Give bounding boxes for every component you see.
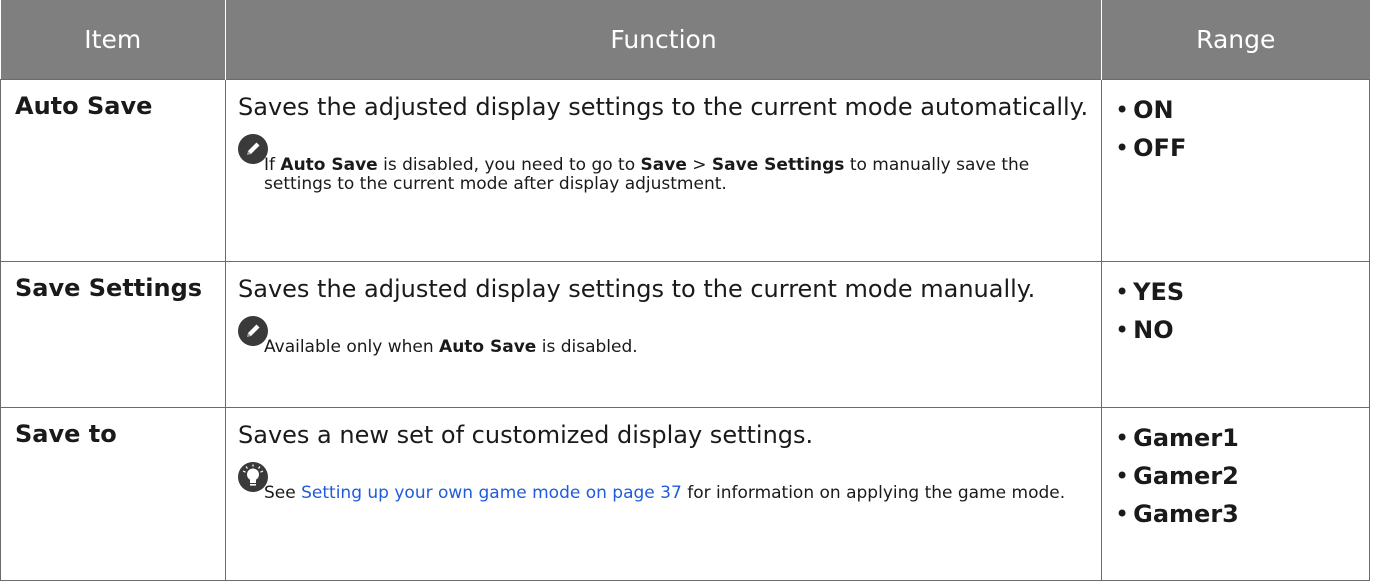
range-option: • Gamer3: [1115, 500, 1239, 528]
range-option: • NO: [1115, 316, 1174, 344]
range-option: • YES: [1115, 278, 1185, 306]
page-reference-link[interactable]: Setting up your own game mode on page 37: [301, 483, 682, 503]
note-block: Available only when Auto Save is disable…: [238, 316, 1089, 366]
function-description: Saves a new set of customized display se…: [238, 421, 814, 449]
table-header-row: Item Function Range: [0, 0, 1370, 80]
lightbulb-icon: [238, 462, 268, 492]
table-row: Save to Saves a new set of customized di…: [0, 407, 1370, 581]
range-cell: • Gamer1 • Gamer2 • Gamer3: [1101, 407, 1370, 581]
range-option: • Gamer1: [1115, 424, 1239, 452]
item-cell: Save to: [0, 407, 226, 581]
table-row: Auto Save Saves the adjusted display set…: [0, 79, 1370, 262]
item-label: Save to: [15, 420, 117, 448]
note-text: If Auto Save is disabled, you need to go…: [264, 155, 1030, 194]
tip-block: See Setting up your own game mode on pag…: [238, 462, 1089, 512]
settings-table: Item Function Range Auto Save Saves the …: [0, 0, 1370, 581]
note-text: Available only when Auto Save is disable…: [264, 337, 638, 357]
function-cell: Saves the adjusted display settings to t…: [225, 261, 1102, 408]
note-block: If Auto Save is disabled, you need to go…: [238, 134, 1089, 194]
header-function: Function: [225, 0, 1102, 80]
item-cell: Save Settings: [0, 261, 226, 408]
pencil-icon: [238, 134, 268, 164]
note-text: See Setting up your own game mode on pag…: [264, 483, 1066, 503]
function-description: Saves the adjusted display settings to t…: [238, 275, 1036, 303]
table-row: Save Settings Saves the adjusted display…: [0, 261, 1370, 408]
range-option: • OFF: [1115, 134, 1187, 162]
range-cell: • ON • OFF: [1101, 79, 1370, 262]
function-cell: Saves a new set of customized display se…: [225, 407, 1102, 581]
range-option: • ON: [1115, 96, 1174, 124]
function-description: Saves the adjusted display settings to t…: [238, 93, 1089, 121]
range-option: • Gamer2: [1115, 462, 1239, 490]
item-label: Auto Save: [15, 92, 153, 120]
header-range: Range: [1101, 0, 1370, 80]
item-label: Save Settings: [15, 274, 203, 302]
header-item: Item: [0, 0, 226, 80]
function-cell: Saves the adjusted display settings to t…: [225, 79, 1102, 262]
item-cell: Auto Save: [0, 79, 226, 262]
settings-table-page: Item Function Range Auto Save Saves the …: [0, 0, 1374, 581]
pencil-icon: [238, 316, 268, 346]
range-cell: • YES • NO: [1101, 261, 1370, 408]
